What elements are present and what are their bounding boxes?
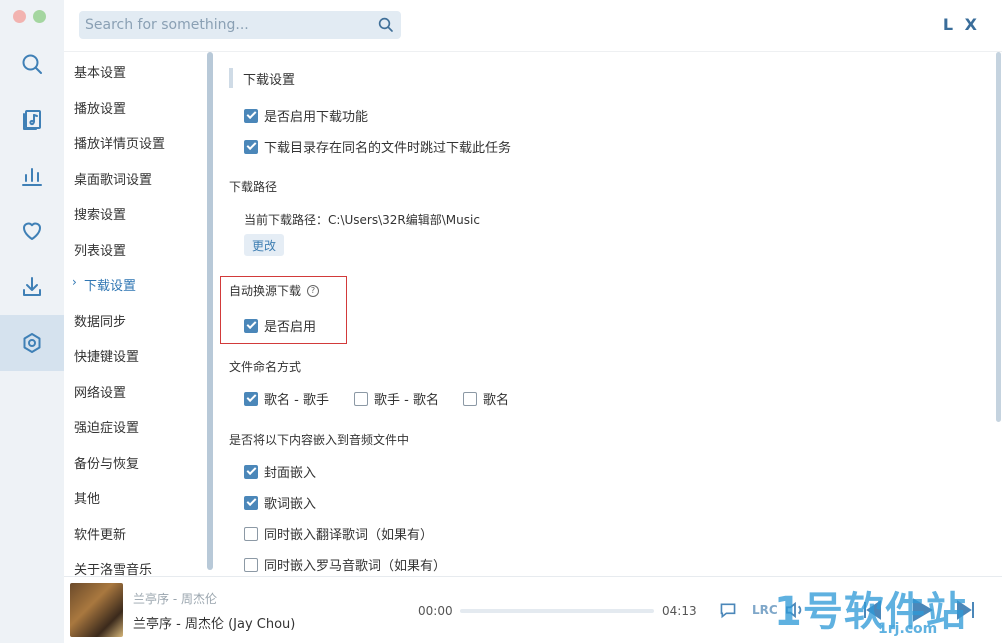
content-scroll-thumb[interactable] (996, 52, 1001, 422)
embed-romaji-checkbox[interactable] (244, 557, 258, 572)
section-title-bar (229, 68, 233, 88)
nav-item-play-detail[interactable]: 播放详情页设置 (74, 133, 165, 152)
nav-item-hotkey[interactable]: 快捷键设置 (74, 346, 139, 365)
leaderboard-icon (22, 168, 42, 186)
naming-heading: 文件命名方式 (229, 360, 302, 374)
help-icon[interactable]: ? (307, 284, 320, 297)
naming-radio-name-singer[interactable] (244, 391, 258, 406)
nav-item-basic[interactable]: 基本设置 (74, 62, 126, 81)
watermark-url: 1rj.com (878, 621, 938, 637)
change-path-button[interactable]: 更改 (244, 234, 284, 256)
enable-download-label: 是否启用下载功能 (264, 110, 369, 125)
search-box (79, 11, 401, 39)
album-cover[interactable] (70, 583, 123, 637)
window-controls (13, 10, 46, 23)
embed-romaji-option[interactable]: 同时嵌入罗马音歌词（如果有） (244, 555, 446, 574)
nav-item-desktop-lyric[interactable]: 桌面歌词设置 (74, 169, 152, 188)
nav-item-ocd[interactable]: 强迫症设置 (74, 417, 139, 436)
embed-cover-label: 封面嵌入 (264, 466, 317, 481)
naming-option-singer-name[interactable]: 歌手 - 歌名 (354, 389, 439, 408)
enable-download-checkbox[interactable] (244, 108, 258, 123)
auto-switch-heading: 自动换源下载 ? (229, 282, 320, 299)
rail-search-button[interactable] (0, 36, 64, 92)
nav-item-download[interactable]: › 下载设置 (72, 275, 137, 294)
embed-lyric-label: 歌词嵌入 (264, 497, 317, 512)
auto-switch-option[interactable]: 是否启用 (244, 316, 316, 335)
heart-icon (23, 222, 41, 240)
song-title: 兰亭序 - 周杰伦 (Jay Chou) (133, 617, 296, 632)
search-icon (22, 54, 42, 74)
watermark-text: 1号软件站 (774, 589, 967, 635)
section-title-text: 下载设置 (243, 72, 296, 88)
search-icon[interactable] (377, 16, 395, 34)
left-rail (0, 0, 64, 643)
comment-button[interactable] (718, 601, 738, 623)
embed-translation-label: 同时嵌入翻译歌词（如果有） (264, 528, 434, 543)
rail-settings-button[interactable] (0, 315, 64, 371)
naming-radio-singer-name[interactable] (354, 391, 368, 406)
total-time: 04:13 (662, 604, 697, 618)
auto-switch-heading-text: 自动换源下载 (229, 284, 302, 298)
nav-item-backup[interactable]: 备份与恢复 (74, 453, 139, 472)
search-input[interactable] (79, 11, 369, 39)
close-window-button[interactable] (13, 10, 26, 23)
naming-option-name-singer[interactable]: 歌名 - 歌手 (244, 389, 329, 408)
embed-heading: 是否将以下内容嵌入到音频文件中 (229, 433, 410, 447)
naming-label: 歌名 (483, 393, 510, 408)
nav-item-network[interactable]: 网络设置 (74, 382, 126, 401)
nav-item-sync[interactable]: 数据同步 (74, 311, 126, 330)
current-path-label: 当前下载路径： (244, 213, 329, 227)
nav-item-update[interactable]: 软件更新 (74, 524, 126, 543)
rail-leaderboard-button[interactable] (0, 148, 64, 204)
nav-item-other[interactable]: 其他 (74, 488, 100, 507)
naming-label: 歌手 - 歌名 (374, 393, 439, 408)
download-settings-panel: 下载设置 是否启用下载功能 下载目录存在同名的文件时跳过下载此任务 下载路径 当… (213, 52, 1002, 576)
embed-lyric-checkbox[interactable] (244, 495, 258, 510)
download-path-heading: 下载路径 (229, 180, 278, 194)
skip-existing-checkbox[interactable] (244, 139, 258, 154)
nav-item-play[interactable]: 播放设置 (74, 98, 126, 117)
rail-songlist-button[interactable] (0, 92, 64, 148)
music-list-icon (23, 110, 41, 130)
embed-cover-checkbox[interactable] (244, 464, 258, 479)
current-path-value: C:\Users\32R编辑部\Music (328, 213, 480, 227)
download-icon (23, 277, 41, 296)
settings-nav: 基本设置 播放设置 播放详情页设置 桌面歌词设置 搜索设置 列表设置 › 下载设… (64, 52, 214, 576)
embed-lyric-option[interactable]: 歌词嵌入 (244, 493, 316, 512)
watermark: 1号软件站 1rj.com (770, 579, 1002, 639)
player-bar: 兰亭序 - 周杰伦 兰亭序 - 周杰伦 (Jay Chou) 00:00 04:… (64, 576, 1002, 643)
enable-download-option[interactable]: 是否启用下载功能 (244, 106, 368, 125)
embed-romaji-label: 同时嵌入罗马音歌词（如果有） (264, 559, 447, 574)
header: L X (64, 0, 1002, 52)
section-title: 下载设置 (229, 68, 295, 88)
naming-radio-name[interactable] (463, 391, 477, 406)
content-scrollbar[interactable] (996, 52, 1002, 576)
naming-label: 歌名 - 歌手 (264, 393, 329, 408)
settings-icon (23, 333, 41, 353)
embed-cover-option[interactable]: 封面嵌入 (244, 462, 316, 481)
nav-item-search[interactable]: 搜索设置 (74, 204, 126, 223)
nav-item-list[interactable]: 列表设置 (74, 240, 126, 259)
minimize-window-button[interactable] (33, 10, 46, 23)
current-path-row: 当前下载路径：C:\Users\32R编辑部\Music (244, 211, 480, 228)
rail-download-button[interactable] (0, 259, 64, 315)
current-time: 00:00 (418, 604, 453, 618)
embed-translation-option[interactable]: 同时嵌入翻译歌词（如果有） (244, 524, 433, 543)
auto-switch-checkbox[interactable] (244, 318, 258, 333)
nav-item-label: 下载设置 (84, 279, 137, 294)
comment-icon (720, 603, 736, 619)
app-logo: L X (942, 15, 980, 34)
auto-switch-label: 是否启用 (264, 320, 317, 335)
skip-existing-option[interactable]: 下载目录存在同名的文件时跳过下载此任务 (244, 137, 511, 156)
rail-favorite-button[interactable] (0, 203, 64, 259)
naming-option-name[interactable]: 歌名 (463, 389, 509, 408)
nav-item-about[interactable]: 关于洛雪音乐 (74, 559, 152, 576)
skip-existing-label: 下载目录存在同名的文件时跳过下载此任务 (264, 141, 512, 156)
song-subtitle: 兰亭序 - 周杰伦 (133, 592, 217, 606)
progress-bar[interactable] (460, 609, 654, 613)
embed-translation-checkbox[interactable] (244, 526, 258, 541)
chevron-right-icon: › (72, 275, 77, 289)
